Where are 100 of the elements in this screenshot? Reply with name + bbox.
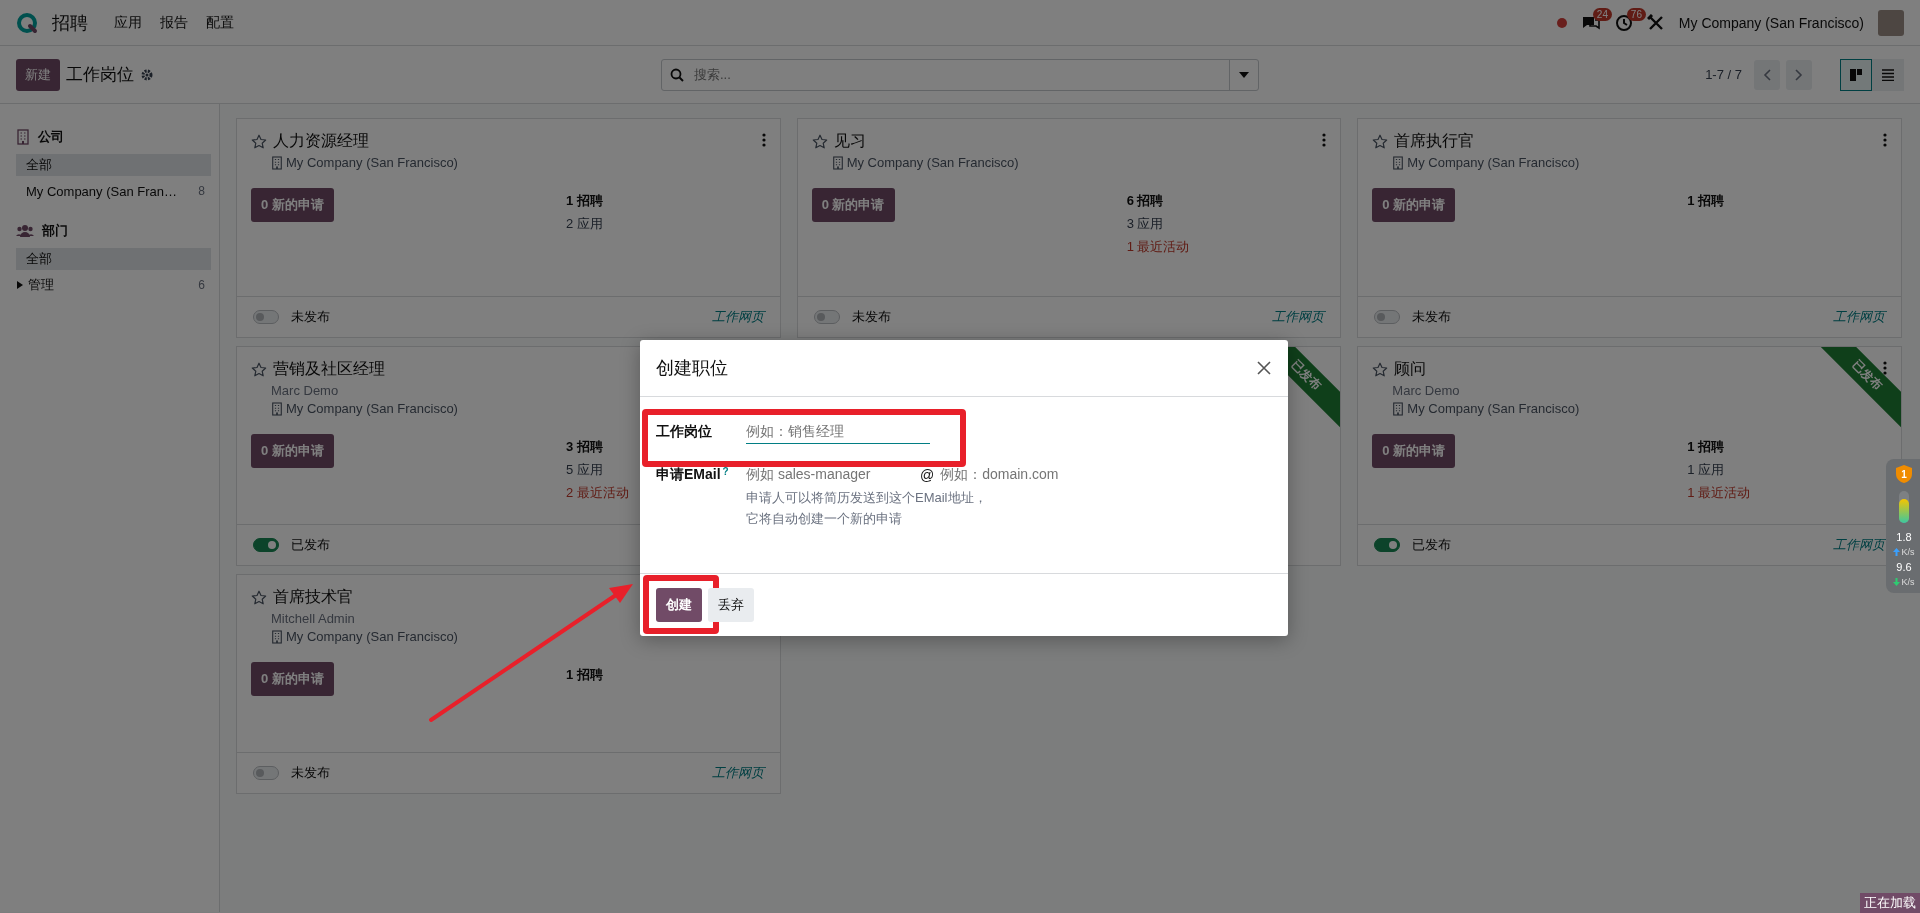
filter-item[interactable]: 管理 6 [16,274,211,296]
menu-item[interactable]: 应用 [112,9,144,36]
close-icon[interactable] [1256,360,1272,376]
view-switch-button[interactable] [1840,58,1872,91]
menu-item[interactable]: 配置 [204,9,236,36]
shield-badge[interactable]: 1 [1896,465,1912,483]
input-field[interactable]: 例如：销售经理 [746,419,930,444]
previous-button[interactable] [1754,59,1780,90]
star-icon[interactable] [811,133,828,150]
filter-item[interactable]: 全部 [16,248,211,270]
job-stat[interactable]: 2 最近活动 [566,482,629,503]
publish-status: 未发布 [851,308,891,326]
job-stat[interactable]: 1 招聘 [1687,436,1751,457]
publish-toggle[interactable] [253,310,279,324]
menu-item[interactable]: 报告 [158,9,190,36]
building-icon [831,155,844,170]
help-text: 申请人可以将简历发送到这个EMail地址， [746,489,988,507]
kebab-menu-icon[interactable] [1883,133,1887,147]
app-name[interactable]: 招聘 [52,10,88,35]
publish-toggle[interactable] [1374,310,1401,324]
publish-toggle[interactable] [253,766,279,780]
job-stat[interactable]: 3 应用 [1126,213,1190,234]
job-stat[interactable]: 5 应用 [566,459,629,480]
job-stat[interactable]: 1 最近活动 [1126,236,1190,257]
new-applications-button[interactable]: 0 新的申请 [251,434,334,468]
company-name: My Company (San Francisco) [1407,401,1580,416]
building-icon [16,129,30,145]
create-button[interactable]: 创建 [656,588,702,622]
kebab-menu-icon[interactable] [1883,361,1887,375]
filter-item[interactable]: My Company (San Fran… 8 [16,180,211,202]
star-icon[interactable] [251,133,267,150]
star-icon[interactable] [251,361,267,378]
star-icon[interactable] [1372,133,1389,150]
filter-label: My Company (San Fran… [26,183,178,199]
speed-unit: K/s [1901,547,1915,557]
manager-name: Mitchell Admin [271,611,355,626]
job-page-link[interactable]: 工作网页 [1833,536,1885,554]
avatar[interactable] [1878,9,1904,36]
dialog-title: 创建职位 [656,357,728,380]
search-box[interactable]: 搜索... [661,58,1259,91]
discard-button[interactable]: 丢弃 [708,588,754,622]
job-title[interactable]: 见习 [833,131,866,152]
input-field[interactable]: 例如：domain.com [940,462,1101,487]
counter-badge: 24 [1592,7,1612,21]
caret-right-icon[interactable] [16,281,24,289]
input-field[interactable]: 例如 sales-manager [746,462,896,487]
pager-value[interactable]: 1-7 / 7 [1705,67,1742,82]
job-stat[interactable]: 3 招聘 [566,436,629,457]
clock-icon[interactable] [1614,13,1633,32]
filter-item[interactable]: 全部 [16,154,211,176]
new-applications-button[interactable]: 0 新的申请 [811,188,895,222]
search-field[interactable]: 搜索... [692,66,1221,83]
job-title[interactable]: 人力资源经理 [273,131,369,152]
company-name: My Company (San Francisco) [1407,155,1580,170]
job-title[interactable]: 顾问 [1394,359,1427,380]
star-icon[interactable] [251,589,267,606]
publish-toggle[interactable] [1374,538,1401,552]
publish-toggle[interactable] [253,538,279,552]
job-page-link[interactable]: 工作网页 [1833,308,1885,326]
shield-icon [1896,465,1912,483]
help-mark[interactable]: ? [722,466,729,477]
building-icon [1392,155,1405,170]
field-label: 申请EMail [656,466,721,482]
job-title[interactable]: 营销及社区经理 [273,359,385,380]
new-applications-button[interactable]: 0 新的申请 [1372,188,1456,222]
chevron-right-icon [1795,68,1803,81]
help-text: 它将自动创建一个新的申请 [746,510,903,528]
settings-icon[interactable] [140,67,154,82]
star-icon[interactable] [1372,361,1389,378]
job-stat[interactable]: 1 招聘 [566,190,603,211]
company-switcher[interactable]: My Company (San Francisco) [1678,14,1864,31]
building-icon [271,629,283,644]
publish-status: 未发布 [291,308,330,326]
new-applications-button[interactable]: 0 新的申请 [251,188,334,222]
app-logo-icon[interactable] [16,11,38,34]
job-stat[interactable]: 1 应用 [1687,459,1751,480]
next-button[interactable] [1786,59,1812,90]
job-stat[interactable]: 1 招聘 [566,664,603,685]
job-stat[interactable]: 6 招聘 [1126,190,1190,211]
kebab-menu-icon[interactable] [1322,133,1327,147]
publish-toggle[interactable] [813,310,840,324]
new-button[interactable]: 新建 [16,58,60,91]
job-page-link[interactable]: 工作网页 [711,764,764,782]
company-name: My Company (San Francisco) [846,155,1019,170]
job-stat[interactable]: 2 应用 [566,213,603,234]
job-stat[interactable]: 1 招聘 [1687,190,1725,211]
job-title[interactable]: 首席技术官 [273,587,353,608]
kanban-view-icon [1850,68,1862,81]
new-applications-button[interactable]: 0 新的申请 [251,662,334,696]
job-page-link[interactable]: 工作网页 [1272,308,1325,326]
speed-unit: K/s [1901,577,1915,587]
job-page-link[interactable]: 工作网页 [711,308,764,326]
job-title[interactable]: 首席执行官 [1394,131,1475,152]
company-name: My Company (San Francisco) [286,629,458,644]
publish-status: 已发布 [1412,536,1452,554]
job-stat[interactable]: 1 最近活动 [1687,482,1751,503]
new-applications-button[interactable]: 0 新的申请 [1372,434,1456,468]
tools-icon[interactable] [1646,13,1665,32]
kebab-menu-icon[interactable] [761,133,766,147]
list-view-icon [1882,68,1894,81]
